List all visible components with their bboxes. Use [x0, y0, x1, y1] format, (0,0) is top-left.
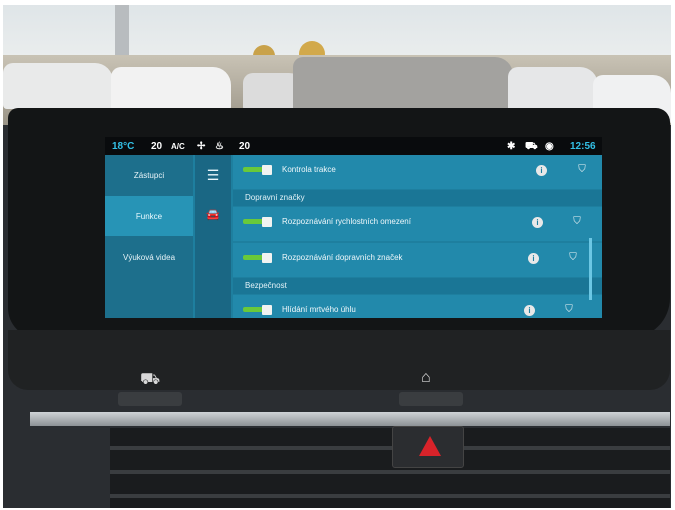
chrome-trim: [30, 412, 670, 426]
setting-row-rozpoznavani-dopravnich-znacek[interactable]: Rozpoznávání dopravních značek i ⛉: [233, 243, 602, 277]
seat-heat-icon[interactable]: ♨: [215, 141, 224, 152]
toggle-switch[interactable]: [243, 165, 273, 175]
bookmark-icon[interactable]: ⛉: [571, 216, 583, 229]
infotainment-screen: 18°C 20 A/C ✢ ♨ 20 ✱ ⛟ ◉ 12:56 Zástupci …: [105, 137, 602, 318]
fan-level[interactable]: 20: [151, 141, 162, 152]
setting-label: Kontrola trakce: [282, 165, 336, 174]
settings-list: Kontrola trakce i ⛉ Dopravní značky Rozp…: [233, 155, 602, 318]
menu-item-funkce[interactable]: Funkce: [105, 196, 193, 236]
toggle-switch[interactable]: [243, 253, 273, 263]
car-status-icon: ⛟: [525, 141, 538, 152]
setting-label: Rozpoznávání dopravních značek: [282, 253, 403, 262]
toggle-switch[interactable]: [243, 217, 273, 227]
setting-row-kontrola-trakce[interactable]: Kontrola trakce i ⛉: [233, 155, 602, 189]
car-icon: ⛟: [140, 371, 161, 388]
hazard-button[interactable]: [392, 426, 464, 468]
temperature-right[interactable]: 20: [239, 141, 250, 152]
info-icon[interactable]: i: [524, 305, 535, 316]
clock: 12:56: [570, 141, 596, 152]
setting-row-hlidani-mrtveho-uhlu[interactable]: Hlídání mrtvého úhlu i ⛉: [233, 295, 602, 318]
fan-icon[interactable]: ✢: [197, 141, 205, 152]
section-header-dopravni-znacky: Dopravní značky: [233, 190, 602, 206]
info-icon[interactable]: i: [532, 217, 543, 228]
icon-column: ☰ 🚘: [195, 155, 231, 318]
vent-slat: [110, 470, 670, 474]
bluetooth-icon: ✱: [507, 141, 516, 152]
status-bar: 18°C 20 A/C ✢ ♨ 20 ✱ ⛟ ◉ 12:56: [105, 137, 602, 155]
lower-control-panel: [8, 330, 670, 390]
home-icon: ⌂: [421, 369, 431, 386]
parked-car: [111, 67, 231, 111]
vent-slat: [110, 446, 670, 450]
info-icon[interactable]: i: [536, 165, 547, 176]
setting-label: Hlídání mrtvého úhlu: [282, 305, 356, 314]
list-scrollbar[interactable]: [589, 238, 592, 300]
vehicle-hardware-button[interactable]: [118, 392, 182, 406]
bookmark-icon[interactable]: ⛉: [563, 304, 575, 317]
setting-label: Rozpoznávání rychlostních omezení: [282, 217, 411, 226]
setting-row-rozpoznavani-rychlostnich-omezeni[interactable]: Rozpoznávání rychlostních omezení i ⛉: [233, 207, 602, 241]
section-header-bezpecnost: Bezpečnost: [233, 278, 602, 294]
car-icon[interactable]: 🚘: [195, 197, 231, 231]
left-menu: Zástupci Funkce Výuková videa: [105, 155, 193, 318]
toggle-switch[interactable]: [243, 305, 273, 315]
signal-icon: ◉: [545, 141, 554, 152]
menu-item-zastupci[interactable]: Zástupci: [105, 155, 193, 195]
info-icon[interactable]: i: [528, 253, 539, 264]
bookmark-icon[interactable]: ⛉: [567, 252, 579, 265]
bookmark-icon[interactable]: ⛉: [576, 164, 588, 177]
vent-slat: [110, 494, 670, 498]
ac-button[interactable]: A/C: [171, 142, 185, 151]
hamburger-menu-icon[interactable]: ☰: [195, 158, 231, 192]
home-hardware-button[interactable]: [399, 392, 463, 406]
parked-car: [3, 63, 113, 109]
menu-item-vyukova-videa[interactable]: Výuková videa: [105, 237, 193, 277]
temperature-left[interactable]: 18°C: [112, 141, 134, 152]
hazard-triangle-icon: [419, 436, 441, 456]
